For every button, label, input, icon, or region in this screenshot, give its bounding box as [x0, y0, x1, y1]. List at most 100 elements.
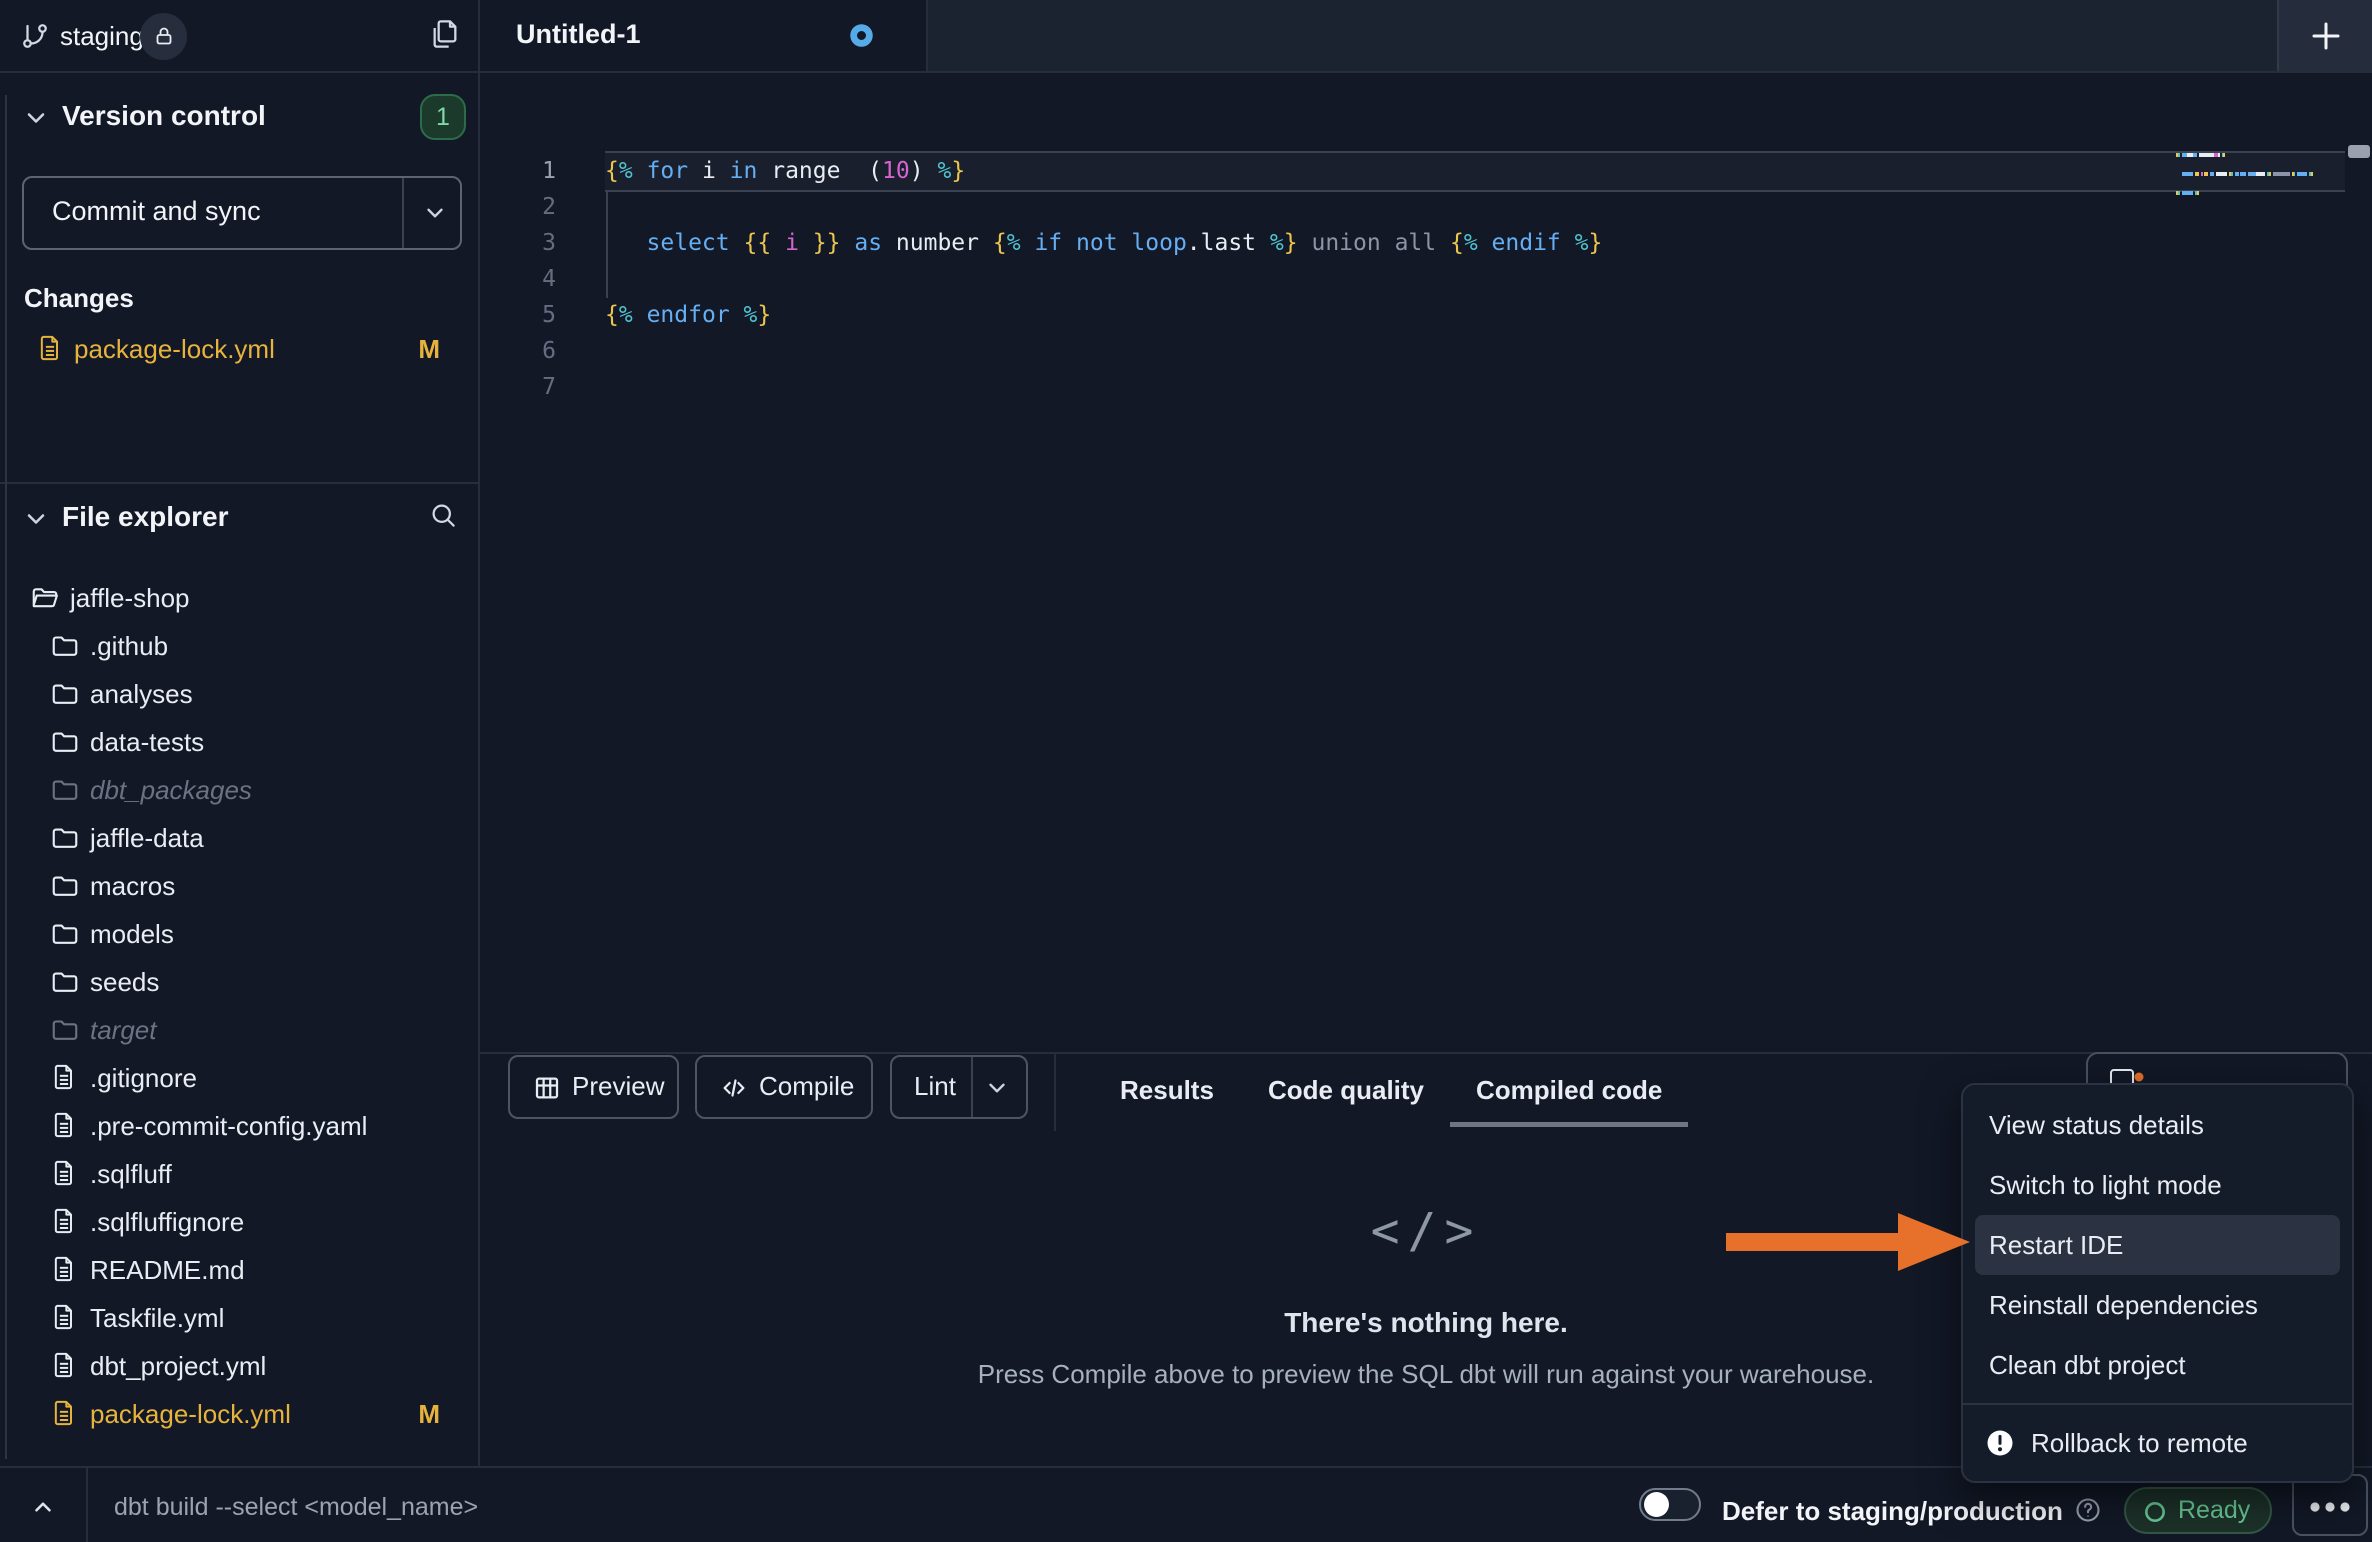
folder-icon [50, 967, 80, 997]
chevron-down-icon[interactable] [22, 104, 50, 132]
folder-item-analyses[interactable]: analyses [0, 671, 478, 719]
chevron-down-icon[interactable] [422, 200, 448, 226]
split-divider [402, 178, 404, 248]
changed-file-row[interactable]: package-lock.yml M [0, 328, 478, 372]
item-label: .sqlfluff [90, 1159, 172, 1190]
compile-button[interactable]: Compile [695, 1055, 873, 1119]
ide-options-menu: View status details Switch to light mode R… [1961, 1083, 2354, 1483]
folder-item-seeds[interactable]: seeds [0, 959, 478, 1007]
item-label: models [90, 919, 174, 950]
file-item-dbt_project.yml[interactable]: dbt_project.yml [0, 1343, 478, 1391]
code-icon [719, 1073, 749, 1103]
menu-item-view-status-details[interactable]: View status details [1963, 1095, 2352, 1155]
command-input[interactable] [112, 1482, 976, 1532]
folder-item-data-tests[interactable]: data-tests [0, 719, 478, 767]
folder-icon [50, 775, 80, 805]
menu-item-rollback-to-remote[interactable]: Rollback to remote [1963, 1413, 2352, 1473]
commit-and-sync-button[interactable]: Commit and sync [22, 176, 462, 250]
line-number: 1 [480, 153, 556, 189]
chevron-down-icon[interactable] [984, 1075, 1010, 1101]
file-icon [50, 1159, 78, 1187]
item-label: jaffle-data [90, 823, 204, 854]
menu-item-label: View status details [1989, 1110, 2204, 1140]
menu-item-label: Rollback to remote [2031, 1413, 2248, 1473]
question-circle-icon[interactable] [2074, 1496, 2102, 1524]
tab-results[interactable]: Results [1120, 1070, 1214, 1110]
modified-status-badge: M [418, 334, 440, 365]
folder-item-macros[interactable]: macros [0, 863, 478, 911]
file-explorer-title: File explorer [62, 501, 229, 533]
code-line-1: {% for i in range (10) %} [605, 153, 2325, 189]
editor-scrollbar-thumb[interactable] [2348, 145, 2370, 158]
file-item-package-lock.yml[interactable]: package-lock.ymlM [0, 1391, 478, 1439]
file-icon [50, 1303, 78, 1331]
item-label: seeds [90, 967, 159, 998]
new-tab-button[interactable] [2277, 0, 2372, 71]
chevron-down-icon[interactable] [22, 505, 50, 533]
menu-item-label: Restart IDE [1989, 1230, 2123, 1260]
item-label: analyses [90, 679, 193, 710]
overflow-menu-button[interactable] [2292, 1474, 2368, 1536]
menu-item-switch-to-light-mode[interactable]: Switch to light mode [1963, 1155, 2352, 1215]
item-label: jaffle-shop [70, 583, 190, 614]
file-icon [50, 1255, 78, 1283]
file-icon [36, 334, 64, 362]
menu-item-reinstall-dependencies[interactable]: Reinstall dependencies [1963, 1275, 2352, 1335]
folder-item-jaffle-data[interactable]: jaffle-data [0, 815, 478, 863]
preview-label: Preview [572, 1071, 664, 1102]
copy-files-icon[interactable] [430, 18, 462, 50]
search-icon[interactable] [428, 500, 458, 530]
file-item-.pre-commit-config.yaml[interactable]: .pre-commit-config.yaml [0, 1103, 478, 1151]
table-icon [532, 1073, 562, 1103]
chevron-up-icon[interactable] [30, 1494, 56, 1520]
menu-item-restart-ide[interactable]: Restart IDE [1975, 1215, 2340, 1275]
compile-label: Compile [759, 1071, 854, 1102]
menu-item-clean-dbt-project[interactable]: Clean dbt project [1963, 1335, 2352, 1395]
version-control-title: Version control [62, 100, 266, 132]
tab-compiled-code[interactable]: Compiled code [1476, 1070, 1662, 1110]
minimap[interactable] [2176, 153, 2341, 223]
sidebar-scrollbar[interactable] [5, 95, 7, 1459]
exclamation-circle-icon [1985, 1428, 2015, 1458]
code-line-5: {% endfor %} [605, 297, 2325, 333]
status-label: Ready [2178, 1496, 2250, 1525]
file-item-Taskfile.yml[interactable]: Taskfile.yml [0, 1295, 478, 1343]
indent-guide [606, 190, 608, 298]
item-label: .sqlfluffignore [90, 1207, 244, 1238]
tab-code-quality[interactable]: Code quality [1268, 1070, 1424, 1110]
folder-item-.github[interactable]: .github [0, 623, 478, 671]
file-item-.sqlfluffignore[interactable]: .sqlfluffignore [0, 1199, 478, 1247]
tab-untitled-1[interactable]: Untitled-1 [480, 0, 928, 71]
changes-count-badge: 1 [420, 94, 466, 140]
code-editor[interactable]: 1234567 {% for i in range (10) %} select… [480, 73, 2372, 1052]
folder-item-jaffle-shop[interactable]: jaffle-shop [0, 575, 478, 623]
defer-toggle[interactable] [1639, 1488, 1701, 1521]
status-badge[interactable]: Ready [2124, 1487, 2272, 1534]
preview-button[interactable]: Preview [508, 1055, 679, 1119]
menu-item-label: Reinstall dependencies [1989, 1290, 2258, 1320]
folder-item-models[interactable]: models [0, 911, 478, 959]
file-item-.sqlfluff[interactable]: .sqlfluff [0, 1151, 478, 1199]
folder-item-target[interactable]: target [0, 1007, 478, 1055]
line-number: 7 [480, 369, 556, 405]
branch-bar: staging [0, 0, 478, 73]
item-label: README.md [90, 1255, 245, 1286]
file-item-.gitignore[interactable]: .gitignore [0, 1055, 478, 1103]
item-label: .gitignore [90, 1063, 197, 1094]
menu-item-label: Clean dbt project [1989, 1350, 2186, 1380]
plus-icon [2308, 18, 2344, 54]
menu-divider [1963, 1403, 2352, 1405]
file-item-README.md[interactable]: README.md [0, 1247, 478, 1295]
folder-icon [50, 823, 80, 853]
code-line-3: select {{ i }} as number {% if not loop.… [605, 225, 2325, 261]
folder-icon [50, 871, 80, 901]
toolbar-divider [1054, 1052, 1056, 1131]
lint-button[interactable]: Lint [890, 1055, 1028, 1119]
lock-icon [152, 24, 176, 48]
defer-label: Defer to staging/production [1722, 1496, 2063, 1527]
lint-label: Lint [914, 1071, 956, 1102]
line-number: 5 [480, 297, 556, 333]
folder-item-dbt_packages[interactable]: dbt_packages [0, 767, 478, 815]
item-label: Taskfile.yml [90, 1303, 224, 1334]
branch-name[interactable]: staging [60, 21, 144, 52]
